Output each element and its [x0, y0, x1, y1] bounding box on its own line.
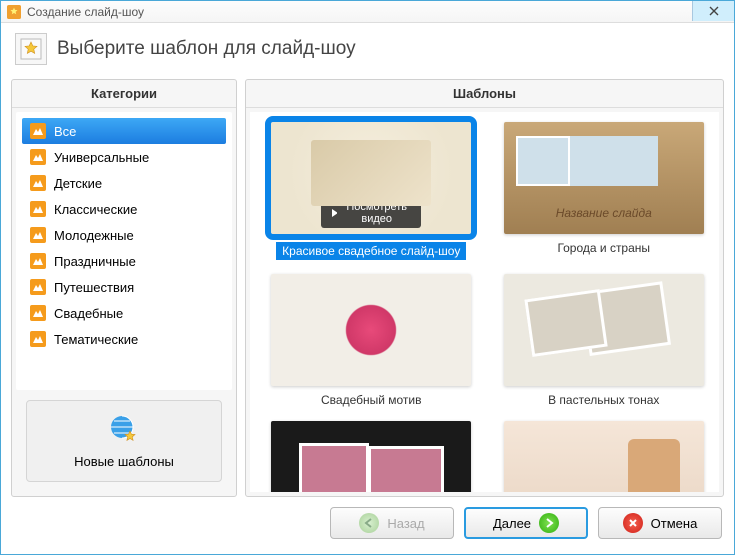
category-icon — [30, 201, 46, 217]
category-label: Путешествия — [54, 280, 134, 295]
category-wedding[interactable]: Свадебные — [22, 300, 226, 326]
template-thumbnail — [271, 421, 471, 492]
play-icon — [331, 209, 337, 217]
app-icon — [7, 5, 21, 19]
template-item[interactable]: Свадебный мотив — [260, 274, 483, 407]
category-classic[interactable]: Классические — [22, 196, 226, 222]
category-icon — [30, 175, 46, 191]
next-button[interactable]: Далее — [464, 507, 588, 539]
category-label: Детские — [54, 176, 102, 191]
category-icon — [30, 149, 46, 165]
back-button[interactable]: Назад — [330, 507, 454, 539]
watch-video-button[interactable]: Посмотреть видео — [321, 198, 421, 228]
cancel-button[interactable]: Отмена — [598, 507, 722, 539]
category-label: Свадебные — [54, 306, 123, 321]
template-item[interactable]: В пастельных тонах — [493, 274, 716, 407]
template-label: Красивое свадебное слайд-шоу — [276, 242, 466, 260]
category-icon — [30, 331, 46, 347]
category-label: Универсальные — [54, 150, 149, 165]
category-label: Классические — [54, 202, 137, 217]
window-title: Создание слайд-шоу — [27, 5, 144, 19]
category-icon — [30, 279, 46, 295]
template-label: Города и страны — [557, 241, 650, 255]
categories-panel: Категории Все Универсальные Детские Клас… — [11, 79, 237, 497]
template-item[interactable] — [493, 421, 716, 492]
templates-header: Шаблоны — [246, 80, 723, 108]
cancel-icon — [623, 513, 643, 533]
cancel-label: Отмена — [651, 516, 698, 531]
category-kids[interactable]: Детские — [22, 170, 226, 196]
category-holiday[interactable]: Праздничные — [22, 248, 226, 274]
new-templates-button[interactable]: Новые шаблоны — [26, 400, 222, 482]
category-label: Тематические — [54, 332, 138, 347]
template-label: Свадебный мотив — [321, 393, 422, 407]
new-templates-label: Новые шаблоны — [39, 454, 209, 469]
template-item[interactable] — [260, 421, 483, 492]
category-icon — [30, 123, 46, 139]
wizard-footer: Назад Далее Отмена — [1, 497, 734, 549]
category-travel[interactable]: Путешествия — [22, 274, 226, 300]
templates-panel: Шаблоны Посмотреть видео Красивое свадеб… — [245, 79, 724, 497]
arrow-left-icon — [359, 513, 379, 533]
template-label: В пастельных тонах — [548, 393, 659, 407]
star-document-icon — [15, 33, 47, 65]
template-thumbnail: Название слайда — [504, 122, 704, 234]
category-all[interactable]: Все — [22, 118, 226, 144]
page-title: Выберите шаблон для слайд-шоу — [57, 38, 356, 60]
category-label: Праздничные — [54, 254, 136, 269]
template-thumbnail — [271, 274, 471, 386]
arrow-right-icon — [539, 513, 559, 533]
close-icon — [709, 6, 719, 16]
category-label: Молодежные — [54, 228, 134, 243]
thumb-caption: Название слайда — [504, 206, 704, 220]
globe-star-icon — [108, 413, 140, 445]
category-youth[interactable]: Молодежные — [22, 222, 226, 248]
category-icon — [30, 253, 46, 269]
titlebar: Создание слайд-шоу — [1, 1, 734, 23]
watch-video-label: Посмотреть видео — [342, 201, 411, 225]
template-item[interactable]: Название слайда Города и страны — [493, 122, 716, 260]
category-label: Все — [54, 124, 76, 139]
category-universal[interactable]: Универсальные — [22, 144, 226, 170]
template-thumbnail: Посмотреть видео — [271, 122, 471, 234]
category-icon — [30, 305, 46, 321]
next-label: Далее — [493, 516, 531, 531]
close-button[interactable] — [692, 1, 734, 21]
category-thematic[interactable]: Тематические — [22, 326, 226, 352]
template-thumbnail — [504, 274, 704, 386]
template-thumbnail — [504, 421, 704, 492]
category-icon — [30, 227, 46, 243]
categories-list: Все Универсальные Детские Классические М… — [16, 112, 232, 390]
back-label: Назад — [387, 516, 424, 531]
templates-grid[interactable]: Посмотреть видео Красивое свадебное слай… — [250, 112, 719, 492]
template-item[interactable]: Посмотреть видео Красивое свадебное слай… — [260, 122, 483, 260]
wizard-header: Выберите шаблон для слайд-шоу — [1, 23, 734, 79]
categories-header: Категории — [12, 80, 236, 108]
